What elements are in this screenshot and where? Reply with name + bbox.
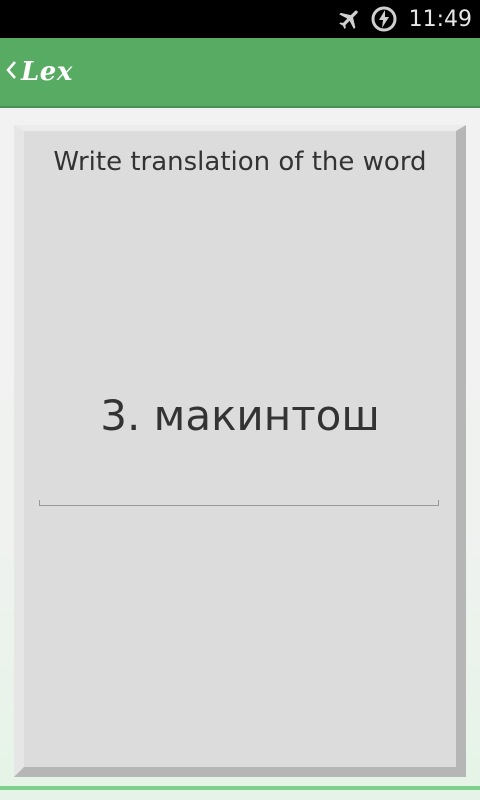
back-button[interactable]: Lex	[4, 50, 73, 94]
status-bar: 11:49	[0, 0, 480, 38]
card-word: 3. макинтош	[100, 391, 380, 440]
action-bar: Lex	[0, 38, 480, 108]
translation-input[interactable]	[39, 476, 443, 502]
clock: 11:49	[408, 6, 472, 32]
status-icons: 11:49	[337, 0, 472, 38]
bottom-accent-bar	[0, 786, 480, 790]
airplane-mode-icon	[337, 6, 363, 32]
content-area: Write translation of the word 3. макинто…	[0, 110, 480, 800]
app-title: Lex	[21, 57, 73, 87]
flashcard: Write translation of the word 3. макинто…	[14, 125, 466, 777]
card-prompt: Write translation of the word	[53, 147, 427, 177]
chevron-left-icon	[4, 59, 18, 85]
charging-battery-icon	[371, 6, 397, 32]
translation-input-underline	[39, 500, 439, 506]
